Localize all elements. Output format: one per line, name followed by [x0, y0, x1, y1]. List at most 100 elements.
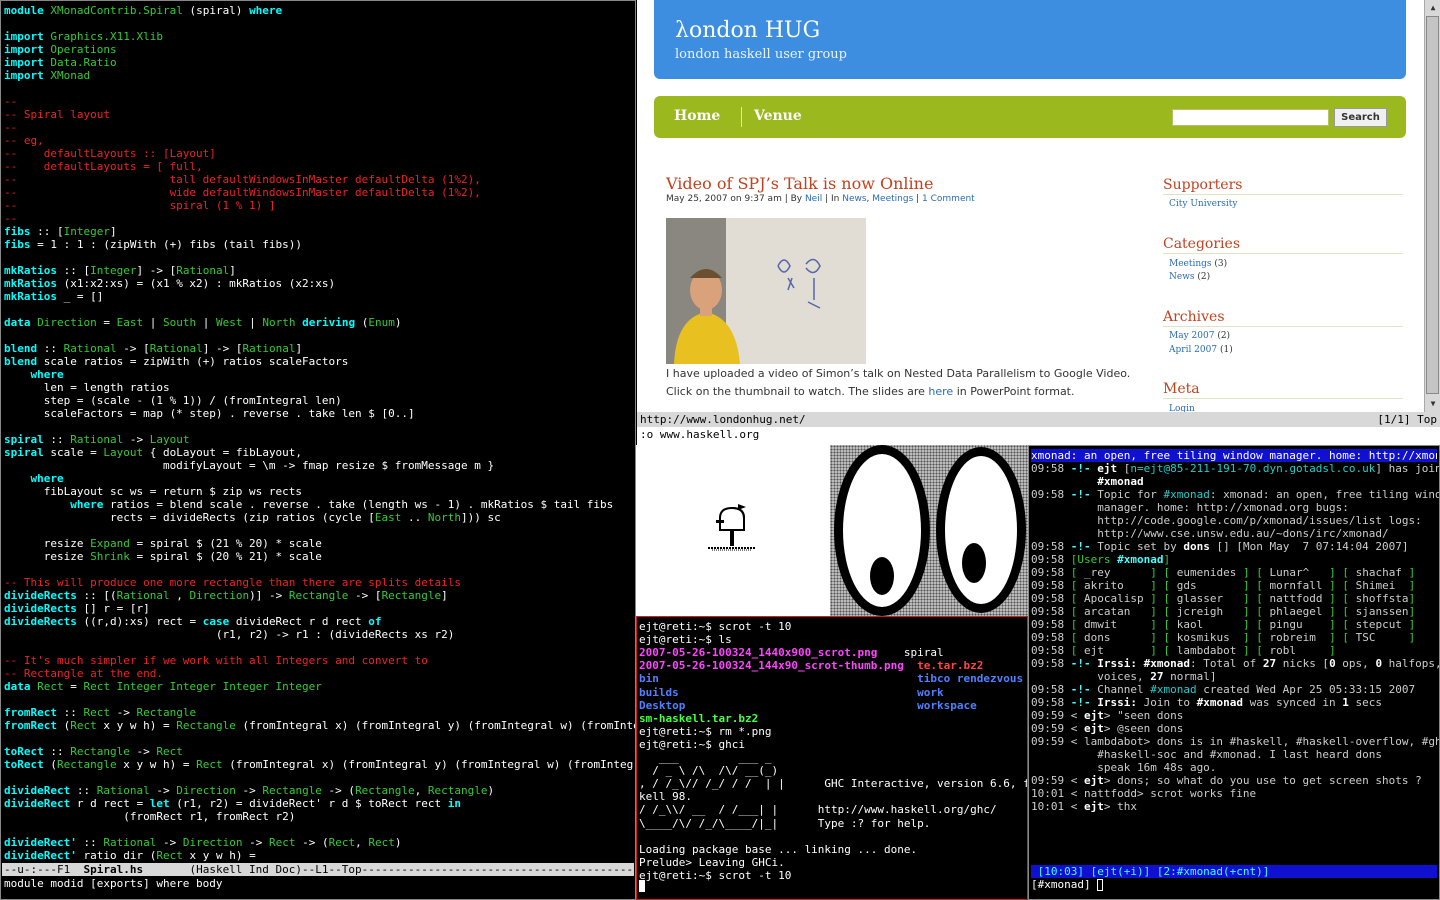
- terminal-window[interactable]: ejt@reti:~$ scrot -t 10 ejt@reti:~$ ls 200…: [636, 616, 1028, 900]
- modeline-status: --u-:---F1: [4, 863, 84, 876]
- comments-link[interactable]: 1 Comment: [922, 194, 975, 204]
- nav-divider: [741, 107, 742, 127]
- site-title[interactable]: λondon HUG: [675, 18, 820, 43]
- search-button[interactable]: Search: [1334, 108, 1387, 127]
- sidebar-meta-heading: Meta: [1163, 381, 1403, 399]
- text-line: step = (scale - (1 % 1)) / (fromIntegral…: [4, 394, 635, 407]
- text-segment: ]: [295, 342, 303, 355]
- text-segment: -- tall defaultWindowsInMaster defaultDe…: [4, 173, 481, 186]
- text-line: fromRect :: Rect -> Rectangle: [4, 706, 635, 719]
- login-link[interactable]: Login: [1169, 404, 1195, 412]
- text-cursor: [639, 880, 645, 892]
- scroll-down-icon[interactable]: ▼: [1427, 398, 1439, 410]
- nav-home-link[interactable]: Home: [674, 108, 720, 124]
- text-segment: > @seen dons: [1103, 722, 1184, 735]
- archive-may-link[interactable]: May 2007: [1169, 331, 1214, 341]
- search-input[interactable]: [1172, 109, 1329, 126]
- text-segment: East: [116, 316, 144, 329]
- text-segment: 09:58: [1031, 644, 1071, 657]
- editor-minibuffer[interactable]: module modid [exports] where body: [4, 877, 223, 890]
- text-line: --: [4, 121, 635, 134]
- editor-buffer[interactable]: module XMonadContrib.Spiral (spiral) whe…: [4, 4, 635, 862]
- text-segment: )] ->: [249, 589, 289, 602]
- browser-command-line[interactable]: :o www.haskell.org: [637, 427, 1440, 445]
- text-segment: -!-: [1070, 657, 1091, 670]
- text-segment: _ = []: [56, 290, 104, 303]
- text-line: ejt@reti:~$ ghci: [639, 738, 745, 751]
- text-line: fibs :: [Integer]: [4, 225, 635, 238]
- text-segment: import: [4, 30, 44, 43]
- terminal-cursor-line[interactable]: [639, 879, 645, 892]
- text-segment: Apocalisp: [1077, 592, 1151, 605]
- archive-april-link[interactable]: April 2007: [1169, 345, 1217, 355]
- nav-venue-link[interactable]: Venue: [754, 108, 802, 124]
- text-segment: Direction: [189, 589, 250, 602]
- text-line: bin tibco rendezvous: [639, 672, 1023, 685]
- text-line: 09:59 < ejt> dons; so what do you use to…: [1031, 774, 1422, 787]
- text-segment: Layout: [103, 446, 144, 459]
- text-segment: Topic for: [1090, 488, 1164, 501]
- text-line: fibs = 1 : 1 : (zipWith (+) fibs (tail f…: [4, 238, 635, 251]
- scrollbar-thumb[interactable]: [1426, 16, 1439, 394]
- sidebar-category-item: Meetings (3): [1169, 259, 1227, 269]
- text-line: resize Expand = spiral $ (21 % 20) * sca…: [4, 537, 635, 550]
- text-segment: = 1 : 1 : (zipWith (+) fibs (tail fibs)): [30, 238, 303, 251]
- category-news-link[interactable]: News: [842, 194, 866, 204]
- text-segment: te.tar.bz2: [917, 659, 984, 673]
- browser-scrollbar[interactable]: ▲ ▼: [1424, 0, 1440, 412]
- category-meetings-link[interactable]: Meetings: [1169, 259, 1212, 269]
- browser-window[interactable]: λondon HUG london haskell user group Hom…: [637, 0, 1440, 445]
- text-segment: ] [: [1242, 644, 1263, 657]
- city-university-link[interactable]: City University: [1169, 199, 1238, 209]
- text-line: data Direction = East | South | West | N…: [4, 316, 635, 329]
- text-segment: akrito: [1077, 579, 1151, 592]
- post-body: I have uploaded a video of Simon’s talk …: [666, 365, 1136, 401]
- text-segment: Rectangle: [355, 784, 415, 797]
- text-segment: Rect: [368, 836, 395, 849]
- text-segment: Rect: [268, 836, 296, 849]
- text-line: --: [4, 95, 635, 108]
- text-segment: 09:58: [1031, 540, 1071, 553]
- text-line: -- This will produce one more rectangle …: [4, 576, 635, 589]
- scroll-up-icon[interactable]: ▲: [1427, 2, 1439, 14]
- text-line: ejt@reti:~$ scrot -t 10: [639, 620, 791, 633]
- editor-window[interactable]: module XMonadContrib.Spiral (spiral) whe…: [0, 0, 636, 900]
- video-thumbnail[interactable]: [666, 218, 866, 364]
- text-segment: Lunar^: [1262, 566, 1330, 579]
- text-segment: ejt@reti:~$ scrot -t 10: [639, 868, 792, 882]
- sidebar-category-item: News (2): [1169, 272, 1210, 282]
- text-segment: -> [: [116, 342, 150, 355]
- text-line: 09:59 < ejt> "seen dons: [1031, 709, 1183, 722]
- text-segment: Rect: [37, 680, 64, 693]
- text-line: 09:58 -!- Irssi: Join to #xmonad was syn…: [1031, 696, 1382, 709]
- sidebar-supporters-heading: Supporters: [1163, 177, 1403, 195]
- text-line: len = length ratios: [4, 381, 635, 394]
- text-segment: robl: [1262, 644, 1330, 657]
- text-line: 09:58 -!- Topic set by dons [] [Mon May …: [1031, 540, 1409, 553]
- text-segment: ejt: [1077, 644, 1151, 657]
- text-line: blend scale ratios = zipWith (+) ratios …: [4, 355, 635, 368]
- text-line: Loading package base ... linking ... don…: [639, 843, 917, 856]
- irc-window[interactable]: xmonad: an open, free tiling window mana…: [1028, 445, 1440, 900]
- post-author-link[interactable]: Neil: [805, 194, 822, 204]
- text-segment: glasser: [1170, 592, 1243, 605]
- category-meetings-link[interactable]: Meetings: [872, 194, 913, 204]
- mailbox-icon[interactable]: [706, 504, 758, 554]
- slides-link[interactable]: here: [928, 385, 953, 398]
- text-segment: Rectangle: [70, 745, 130, 758]
- irc-status-bar: [10:03] [ejt(+i)] [2:#xmonad(+cnt)]: [1031, 865, 1437, 878]
- text-segment: ::: [43, 433, 71, 446]
- text-segment: -> (: [295, 836, 329, 849]
- irc-input-line[interactable]: [#xmonad]: [1031, 878, 1104, 891]
- text-segment: ] [: [1150, 644, 1171, 657]
- text-segment: let: [149, 797, 170, 810]
- text-segment: --: [4, 95, 18, 108]
- text-segment: data: [4, 316, 31, 329]
- web-page[interactable]: λondon HUG london haskell user group Hom…: [637, 0, 1424, 412]
- text-segment: ] [: [1329, 631, 1349, 644]
- category-news-link[interactable]: News: [1169, 272, 1195, 282]
- post-title-link[interactable]: Video of SPJ’s Talk is now Online: [666, 174, 933, 193]
- text-segment: fromRect: [4, 719, 57, 732]
- text-line: sm-haskell.tar.bz2: [639, 712, 758, 725]
- text-segment: -> (: [321, 784, 356, 797]
